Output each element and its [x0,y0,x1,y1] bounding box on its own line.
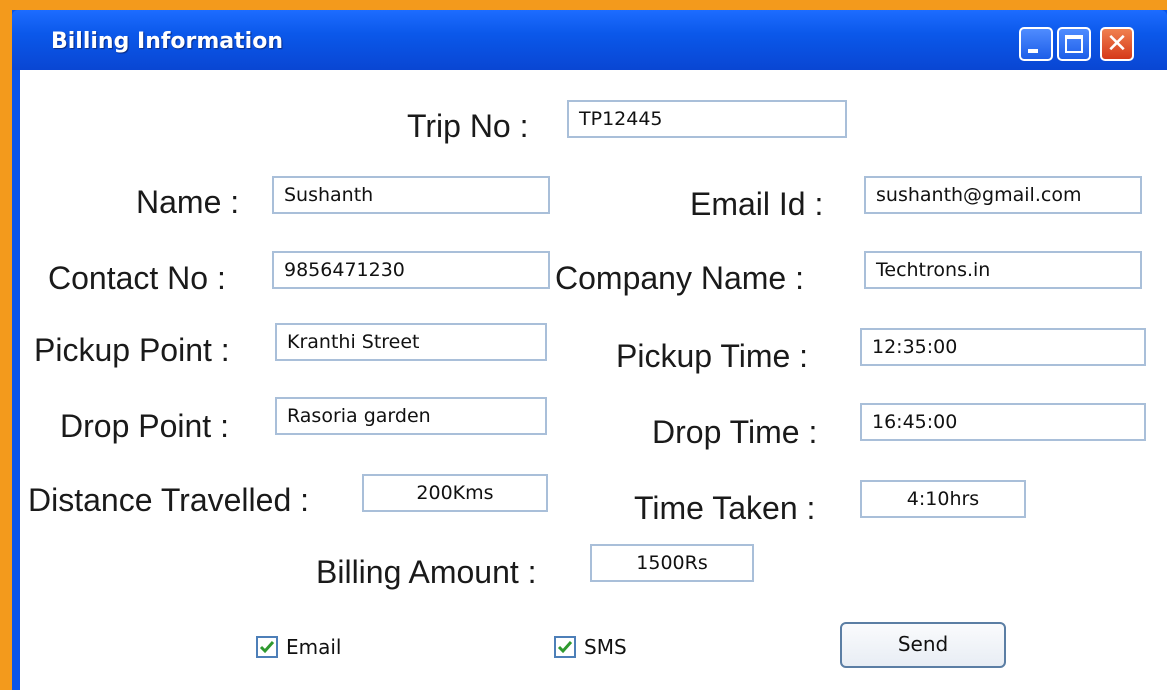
billing-window: Billing Information ✕ Trip No : TP12445 … [12,10,1167,690]
email-id-label: Email Id : [690,186,824,222]
checkmark-icon [557,641,573,654]
sms-checkbox[interactable] [554,636,576,658]
company-name-field[interactable]: Techtrons.in [864,251,1142,289]
name-field[interactable]: Sushanth [272,176,550,214]
maximize-button[interactable] [1057,27,1091,61]
drop-time-field[interactable]: 16:45:00 [860,403,1146,441]
drop-point-field[interactable]: Rasoria garden [275,397,547,435]
minimize-button[interactable] [1019,27,1053,61]
email-checkbox[interactable] [256,636,278,658]
maximize-icon [1065,35,1083,53]
email-id-field[interactable]: sushanth@gmail.com [864,176,1142,214]
email-option[interactable]: Email [256,635,342,659]
drop-time-label: Drop Time : [652,414,818,450]
time-taken-field[interactable]: 4:10hrs [860,480,1026,518]
title-bar[interactable]: Billing Information ✕ [12,10,1167,70]
close-button[interactable]: ✕ [1100,27,1134,61]
send-button[interactable]: Send [840,622,1006,668]
billing-amount-field[interactable]: 1500Rs [590,544,754,582]
drop-point-label: Drop Point : [60,408,229,444]
email-checkbox-label: Email [286,635,342,659]
form-panel: Trip No : TP12445 Name : Sushanth Email … [20,70,1167,690]
pickup-point-label: Pickup Point : [34,332,230,368]
pickup-point-field[interactable]: Kranthi Street [275,323,547,361]
window-title: Billing Information [51,29,283,54]
time-taken-label: Time Taken : [634,490,816,526]
sms-option[interactable]: SMS [554,635,627,659]
pickup-time-field[interactable]: 12:35:00 [860,328,1146,366]
contact-no-field[interactable]: 9856471230 [272,251,550,289]
distance-travelled-label: Distance Travelled : [28,482,310,518]
close-icon: ✕ [1106,29,1128,59]
billing-amount-label: Billing Amount : [316,554,537,590]
checkmark-icon [259,641,275,654]
trip-no-field[interactable]: TP12445 [567,100,847,138]
name-label: Name : [136,184,240,220]
company-name-label: Company Name : [555,260,804,296]
pickup-time-label: Pickup Time : [616,338,809,374]
distance-travelled-field[interactable]: 200Kms [362,474,548,512]
contact-no-label: Contact No : [48,260,226,296]
sms-checkbox-label: SMS [584,635,627,659]
minimize-icon [1028,49,1038,53]
trip-no-label: Trip No : [407,108,529,144]
